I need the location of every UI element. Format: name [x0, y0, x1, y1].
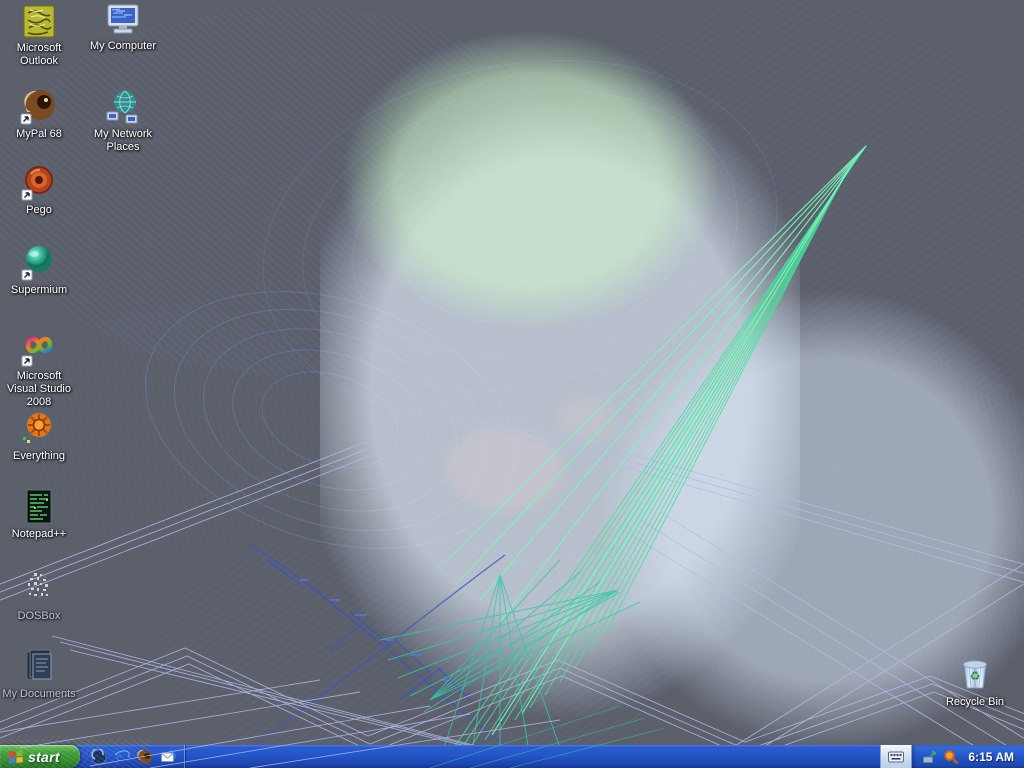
supermium-icon — [21, 246, 52, 281]
desktop-icon-my-documents[interactable]: My Documents — [0, 646, 78, 701]
outlook-express-icon[interactable] — [159, 748, 176, 765]
notepad-plus-plus-icon — [26, 489, 52, 524]
icon-label: MyPal 68 — [16, 128, 62, 140]
pego-icon — [21, 166, 53, 201]
icon-label: Pego — [26, 204, 52, 216]
dosbox-icon — [28, 573, 48, 598]
start-button[interactable]: start — [0, 745, 80, 768]
icon-label: Supermium — [10, 284, 68, 296]
desktop-icon-everything[interactable]: Everything — [0, 410, 78, 463]
icon-label: My Computer — [89, 40, 157, 52]
internet-explorer-icon[interactable]: e — [113, 748, 130, 765]
outlook-icon — [23, 5, 55, 38]
desktop-icon-my-computer[interactable]: My Computer — [84, 2, 162, 53]
windows-flag-icon — [9, 750, 23, 764]
desktop-icon-microsoft-outlook[interactable]: Microsoft Outlook — [0, 4, 78, 68]
svg-text:♻: ♻ — [970, 669, 981, 683]
icon-label: Notepad++ — [11, 528, 67, 540]
language-bar-button[interactable] — [880, 745, 912, 768]
taskbar-clock[interactable]: 6:15 AM — [964, 750, 1014, 764]
my-documents-icon — [26, 649, 52, 680]
my-network-places-icon — [106, 90, 138, 124]
desktop-icon-recycle-bin[interactable]: ♻ Recycle Bin — [936, 654, 1014, 709]
my-computer-icon — [107, 4, 139, 34]
taskbar: start e 6:15 AM — [0, 745, 1024, 768]
icon-label: Microsoft Visual Studio 2008 — [6, 370, 71, 408]
desktop-icon-dosbox[interactable]: DOSBox — [0, 570, 78, 623]
taskbar-empty-area[interactable] — [185, 745, 880, 768]
keyboard-language-icon — [888, 751, 905, 762]
mypal-icon — [20, 90, 55, 125]
safely-remove-hardware-icon[interactable] — [922, 749, 938, 765]
icon-label: My Documents — [2, 688, 76, 700]
everything-icon — [23, 413, 51, 443]
everything-search-icon[interactable] — [943, 749, 959, 765]
icon-label: DOSBox — [17, 610, 61, 622]
shortcut-arrow — [21, 269, 33, 281]
shortcut-arrow — [21, 189, 33, 201]
visual-studio-icon — [21, 336, 53, 367]
icon-label: Microsoft Outlook — [16, 42, 62, 67]
quick-launch-bar: e — [80, 745, 185, 768]
desktop-icon-visual-studio-2008[interactable]: Microsoft Visual Studio 2008 — [0, 330, 78, 409]
desktop-icon-pego[interactable]: Pego — [0, 164, 78, 217]
icon-label: Recycle Bin — [945, 696, 1005, 708]
swirl-globe-icon[interactable] — [90, 748, 107, 765]
desktop-icon-supermium[interactable]: Supermium — [0, 244, 78, 297]
shortcut-arrow — [20, 113, 32, 125]
shortcut-arrow-glitched — [23, 437, 30, 443]
icon-label: Everything — [13, 450, 65, 462]
icon-label: My Network Places — [93, 128, 153, 153]
system-tray: 6:15 AM — [911, 745, 1024, 768]
start-label: start — [28, 748, 60, 765]
mypal-icon[interactable] — [136, 748, 153, 765]
desktop-icon-mypal-68[interactable]: MyPal 68 — [0, 88, 78, 141]
shortcut-arrow — [21, 355, 33, 367]
recycle-bin-icon: ♻ — [963, 660, 987, 689]
desktop-icon-notepad-plus-plus[interactable]: Notepad++ — [0, 488, 78, 541]
desktop-icon-my-network-places[interactable]: My Network Places — [84, 90, 162, 154]
